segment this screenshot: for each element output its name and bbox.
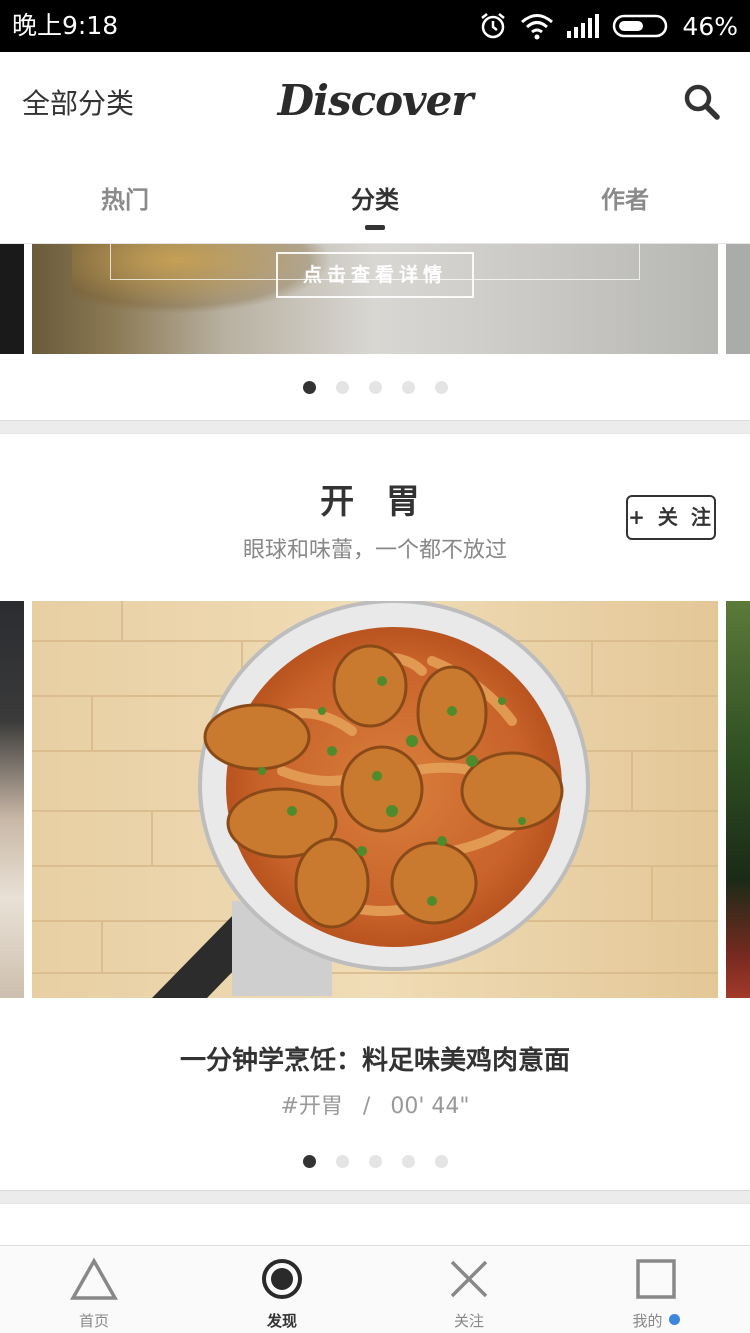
tab-category[interactable]: 分类	[250, 180, 500, 215]
recipe-tag[interactable]: #开胃	[280, 1094, 342, 1119]
card-pagination	[0, 1155, 750, 1169]
banner-slide[interactable]: 点击查看详情	[32, 244, 718, 354]
banner-pagination	[0, 381, 750, 395]
banner-detail-button[interactable]: 点击查看详情	[276, 252, 474, 298]
page-dot[interactable]	[368, 1155, 382, 1168]
search-button[interactable]	[682, 82, 722, 122]
signal-icon	[567, 14, 600, 38]
page-dot[interactable]	[434, 1155, 448, 1168]
nav-home-label: 首页	[78, 1312, 109, 1330]
tab-bar: 热门 分类 作者	[0, 152, 750, 244]
nav-home[interactable]: 首页	[0, 1246, 188, 1333]
status-bar: 晚上9:18 46%	[0, 0, 750, 52]
page-dot[interactable]	[368, 381, 382, 394]
page-dot[interactable]	[401, 1155, 415, 1168]
status-time: 晚上9:18	[12, 11, 119, 40]
triangle-icon	[69, 1257, 119, 1300]
page-dot[interactable]	[434, 381, 448, 394]
section-divider	[0, 1190, 750, 1204]
nav-discover[interactable]: 发现	[188, 1246, 376, 1333]
search-icon	[684, 84, 720, 120]
page-dot[interactable]	[335, 1155, 349, 1168]
tab-indicator	[365, 225, 385, 230]
status-icons: 46%	[478, 8, 738, 44]
section-divider	[0, 420, 750, 434]
nav-mine[interactable]: 我的	[562, 1246, 750, 1333]
recipe-meta: #开胃 / 00' 44"	[0, 1088, 750, 1120]
follow-button[interactable]: + 关 注	[626, 495, 716, 540]
page-dot[interactable]	[401, 381, 415, 394]
nav-mine-label: 我的	[632, 1312, 663, 1330]
tab-authors[interactable]: 作者	[500, 180, 750, 215]
square-icon	[636, 1259, 676, 1299]
nav-mine-label-wrap: 我的	[562, 1310, 750, 1331]
banner-prev-peek[interactable]	[0, 244, 24, 354]
circle-icon	[262, 1259, 302, 1299]
alarm-icon	[481, 13, 506, 39]
battery-icon	[613, 14, 668, 38]
card-prev-peek[interactable]	[0, 601, 24, 998]
tab-hot[interactable]: 热门	[0, 180, 250, 215]
nav-follow[interactable]: 关注	[375, 1246, 563, 1333]
meta-separator: /	[362, 1094, 371, 1119]
notification-dot	[668, 1314, 680, 1325]
recipe-title[interactable]: 一分钟学烹饪：料足味美鸡肉意面	[0, 1040, 750, 1077]
battery-percent: 46%	[682, 11, 738, 41]
card-next-peek[interactable]	[726, 601, 750, 998]
app-header: 全部分类 Discover	[0, 52, 750, 152]
recipe-image[interactable]	[32, 601, 718, 998]
wifi-icon	[521, 14, 554, 40]
banner-next-peek[interactable]	[726, 244, 750, 354]
nav-follow-label: 关注	[453, 1312, 484, 1330]
cross-icon	[450, 1260, 488, 1298]
app-logo: Discover	[277, 76, 474, 125]
recipe-duration: 00' 44"	[390, 1094, 470, 1119]
page-dot[interactable]	[335, 381, 349, 394]
recipe-photo	[32, 601, 718, 998]
nav-discover-label: 发现	[266, 1312, 297, 1330]
page-dot-active[interactable]	[302, 381, 316, 394]
page-dot-active[interactable]	[302, 1155, 316, 1168]
bottom-nav: 首页 发现 关注 我的	[0, 1245, 750, 1333]
